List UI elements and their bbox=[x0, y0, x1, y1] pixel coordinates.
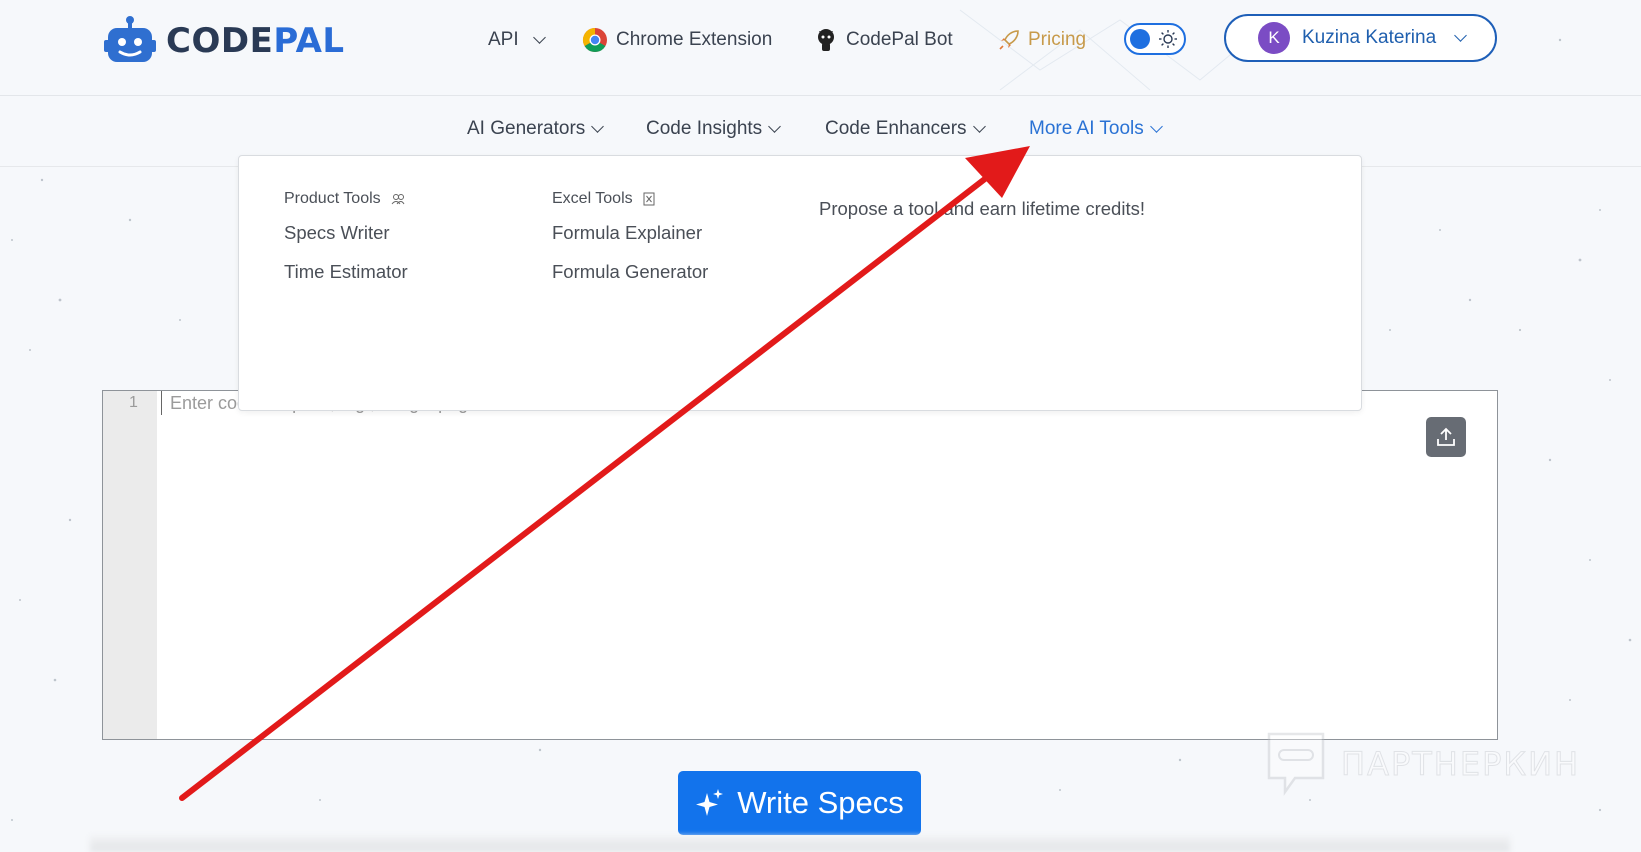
user-menu-button[interactable]: K Kuzina Katerina bbox=[1224, 14, 1497, 62]
chevron-down-icon bbox=[1149, 120, 1163, 133]
nav-chrome-extension-label: Chrome Extension bbox=[616, 29, 773, 50]
nav-pricing[interactable]: Pricing bbox=[998, 24, 1086, 56]
excel-icon bbox=[643, 192, 655, 206]
chevron-down-icon bbox=[768, 120, 782, 133]
excel-tools-title: Excel Tools bbox=[552, 190, 633, 207]
sparkles-icon bbox=[696, 789, 724, 816]
chevron-down-icon bbox=[972, 120, 986, 133]
nav-api[interactable]: API bbox=[488, 24, 546, 56]
propose-tool-link[interactable]: Propose a tool and earn lifetime credits… bbox=[819, 198, 1145, 220]
chevron-down-icon bbox=[1454, 29, 1468, 42]
theme-toggle[interactable] bbox=[1124, 23, 1186, 55]
watermark-text: ПАРТНЕРКИН bbox=[1340, 745, 1581, 784]
excel-tools-heading: Excel Tools bbox=[552, 190, 708, 208]
sun-icon bbox=[1159, 30, 1177, 48]
bottom-panel-edge bbox=[90, 836, 1510, 852]
upload-icon bbox=[1437, 427, 1455, 446]
tab-code-enhancers-label: Code Enhancers bbox=[825, 118, 967, 139]
rocket-icon bbox=[999, 30, 1019, 50]
top-navigation-bar: CODEPAL API Chrome Extension CodePal Bot bbox=[0, 0, 1641, 96]
tab-code-insights-label: Code Insights bbox=[646, 118, 763, 139]
chrome-icon bbox=[582, 27, 607, 53]
tab-more-ai-tools-label: More AI Tools bbox=[1029, 118, 1144, 139]
product-tools-heading: Product Tools bbox=[284, 190, 408, 208]
line-number: 1 bbox=[129, 394, 138, 411]
user-name: Kuzina Katerina bbox=[1302, 27, 1437, 48]
github-icon bbox=[818, 29, 834, 51]
write-specs-button[interactable]: Write Specs bbox=[678, 771, 921, 835]
nav-chrome-extension[interactable]: Chrome Extension bbox=[582, 24, 772, 56]
product-tools-column: Product Tools Specs Writer Time Estimato… bbox=[284, 190, 408, 300]
users-icon bbox=[391, 194, 405, 205]
logo[interactable]: CODEPAL bbox=[100, 16, 345, 66]
product-tools-title: Product Tools bbox=[284, 190, 381, 207]
excel-tools-column: Excel Tools Formula Explainer Formula Ge… bbox=[552, 190, 708, 300]
toggle-knob bbox=[1130, 29, 1150, 49]
nav-api-label: API bbox=[488, 29, 519, 50]
link-specs-writer[interactable]: Specs Writer bbox=[284, 222, 408, 244]
chevron-down-icon bbox=[532, 31, 546, 44]
watermark: ПАРТНЕРКИН bbox=[1265, 730, 1580, 798]
tab-more-ai-tools[interactable]: More AI Tools bbox=[1029, 118, 1163, 140]
nav-codepal-bot[interactable]: CodePal Bot bbox=[814, 24, 953, 56]
link-time-estimator[interactable]: Time Estimator bbox=[284, 261, 408, 283]
line-number-gutter: 1 bbox=[103, 391, 157, 739]
write-specs-label: Write Specs bbox=[737, 785, 904, 820]
chat-bubble-icon bbox=[1267, 732, 1325, 796]
more-ai-tools-dropdown: Product Tools Specs Writer Time Estimato… bbox=[238, 155, 1362, 411]
upload-button[interactable] bbox=[1426, 417, 1466, 457]
tab-code-enhancers[interactable]: Code Enhancers bbox=[825, 118, 986, 140]
avatar: K bbox=[1258, 22, 1290, 54]
link-formula-explainer[interactable]: Formula Explainer bbox=[552, 222, 708, 244]
code-editor: 1 bbox=[102, 390, 1498, 740]
robot-icon bbox=[104, 16, 156, 62]
tab-ai-generators-label: AI Generators bbox=[467, 118, 586, 139]
tab-ai-generators[interactable]: AI Generators bbox=[467, 118, 605, 140]
nav-pricing-label: Pricing bbox=[1028, 29, 1087, 50]
tab-code-insights[interactable]: Code Insights bbox=[646, 118, 782, 140]
logo-text: CODEPAL bbox=[166, 21, 345, 61]
nav-codepal-bot-label: CodePal Bot bbox=[846, 29, 953, 50]
chevron-down-icon bbox=[591, 120, 605, 133]
link-formula-generator[interactable]: Formula Generator bbox=[552, 261, 708, 283]
